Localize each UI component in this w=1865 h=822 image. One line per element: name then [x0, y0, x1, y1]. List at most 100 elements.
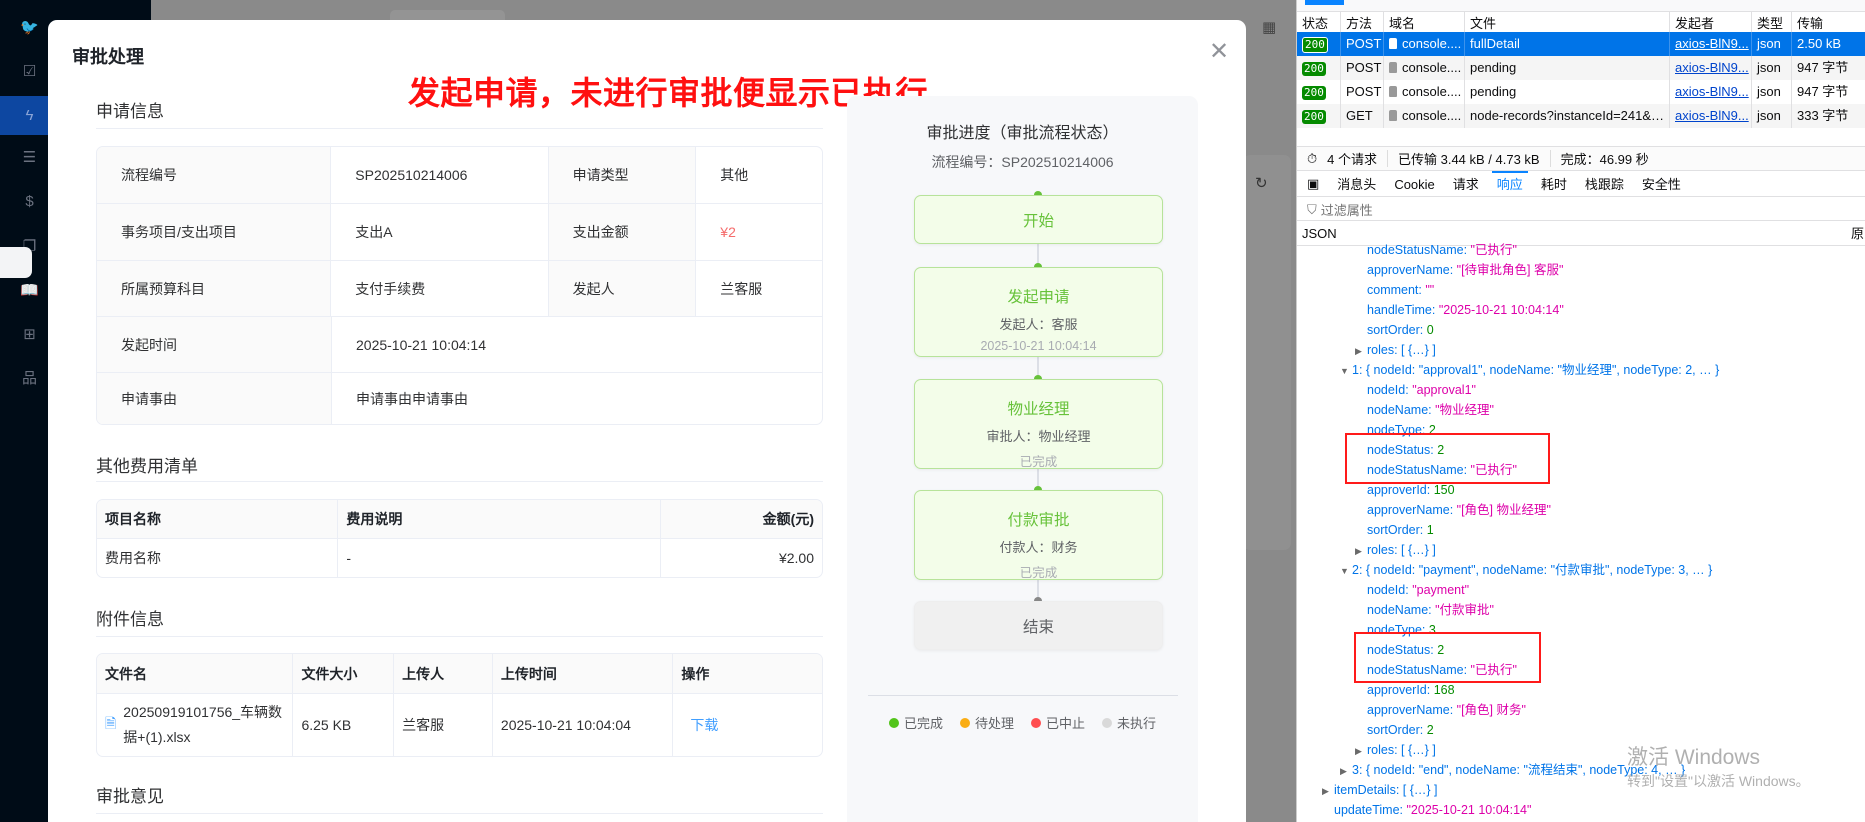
tab-1[interactable]: Cookie [1394, 172, 1434, 197]
json-value: "2025-10-21 10:04:14" [1438, 303, 1564, 317]
column-header: 项目名称 [97, 500, 338, 538]
expand-triangle-icon[interactable]: ▶ [1355, 742, 1367, 761]
descriptions-label: 发起时间 [97, 317, 331, 372]
json-line[interactable]: sortOrder: 1 [1367, 521, 1434, 540]
json-line[interactable]: ▶ roles: [ {…} ] [1355, 741, 1436, 761]
json-line[interactable]: ▶ roles: [ {…} ] [1355, 541, 1436, 561]
windows-watermark-title: 激活 Windows [1627, 746, 1761, 769]
json-line[interactable]: approverId: 168 [1367, 681, 1455, 700]
expand-triangle-icon[interactable]: ▶ [1355, 342, 1367, 361]
filter-properties-input[interactable]: ⛉ 过滤属性 [1297, 199, 1865, 221]
dollar-icon[interactable]: $ [19, 191, 40, 212]
network-request-row[interactable]: 200 GET console.... node-records?instanceId… [1297, 104, 1865, 128]
close-icon[interactable]: ✕ [1209, 37, 1229, 66]
expand-triangle-icon[interactable]: ▶ [1355, 542, 1367, 561]
json-line[interactable]: nodeId: "payment" [1367, 581, 1469, 600]
node-status-text: 已完成 [1019, 566, 1058, 580]
json-line[interactable]: sortOrder: 2 [1367, 721, 1434, 740]
network-request-row[interactable]: 200 POST console.... fullDetail axios-BlN9..… [1297, 32, 1865, 56]
json-line[interactable]: comment: "" [1367, 281, 1434, 300]
column-header: 金额(元) [660, 500, 822, 538]
calendar-check-icon[interactable]: ☑ [19, 61, 40, 82]
initiator-link[interactable]: axios-BlN9... [1675, 108, 1749, 123]
json-key: nodeName [1367, 403, 1429, 417]
json-label: JSON [1302, 226, 1337, 241]
json-value: { nodeId: "approval1", nodeName: "物业经理",… [1365, 363, 1720, 377]
book-icon[interactable]: 📖 [19, 280, 40, 301]
json-line[interactable]: sortOrder: 0 [1367, 321, 1434, 340]
file-name[interactable]: 20250919101756_车辆数据+(1).xlsx [123, 700, 284, 750]
json-line[interactable]: nodeName: "物业经理" [1367, 401, 1494, 420]
collapse-triangle-icon[interactable]: ▼ [1340, 362, 1352, 381]
expand-triangle-icon[interactable]: ▶ [1322, 782, 1334, 801]
json-line[interactable]: ▼ 1: { nodeId: "approval1", nodeName: "物业… [1340, 361, 1719, 381]
uploader: 兰客服 [393, 694, 492, 756]
json-colon: : [1419, 323, 1427, 337]
lock-icon [1389, 86, 1397, 97]
divider [96, 481, 823, 482]
request-initiator: axios-BlN9... [1669, 80, 1751, 104]
initiator-link[interactable]: axios-BlN9... [1675, 84, 1749, 99]
tab-6[interactable]: 安全性 [1642, 172, 1681, 197]
json-line[interactable]: ▶ roles: [ {…} ] [1355, 341, 1436, 361]
list-icon[interactable]: ☰ [19, 147, 40, 168]
json-line[interactable]: updateTime: "2025-10-21 10:04:14" [1334, 801, 1531, 820]
node-name: 付款审批 [1007, 512, 1070, 529]
json-key: nodeId [1367, 383, 1406, 397]
descriptions-value: 支付手续费 [330, 261, 547, 316]
expand-triangle-icon[interactable]: ▶ [1340, 762, 1352, 781]
node-name: 结束 [1022, 619, 1054, 636]
lightning-icon[interactable]: ϟ [19, 105, 40, 126]
json-key: nodeName [1367, 603, 1429, 617]
tab-5[interactable]: 栈跟踪 [1585, 172, 1624, 197]
json-line[interactable]: nodeId: "approval1" [1367, 381, 1476, 400]
raw-toggle[interactable]: 原 [1851, 222, 1864, 246]
json-line[interactable]: handleTime: "2025-10-21 10:04:14" [1367, 301, 1564, 320]
tab-0[interactable]: 消息头 [1337, 172, 1376, 197]
section-title-attachments: 附件信息 [96, 610, 164, 629]
json-line[interactable]: approverName: "[角色] 物业经理" [1367, 501, 1551, 520]
tab-2[interactable]: 请求 [1453, 172, 1479, 197]
json-line[interactable]: nodeStatusName: "已执行" [1367, 241, 1517, 260]
flow-node: 开始 [914, 195, 1163, 244]
flow-node: 发起申请 发起人：客服 2025-10-21 10:04:14 [914, 267, 1163, 357]
json-line[interactable]: nodeName: "付款审批" [1367, 601, 1494, 620]
panel-toggle-icon[interactable]: ▣ [1307, 176, 1319, 192]
json-line[interactable]: approverName: "[角色] 财务" [1367, 701, 1526, 720]
sitemap-icon[interactable]: 品 [19, 368, 40, 389]
json-value: "付款审批" [1435, 603, 1494, 617]
json-line[interactable]: ▼ 2: { nodeId: "payment", nodeName: "付款审批… [1340, 561, 1712, 581]
separator [1549, 150, 1551, 167]
descriptions-row: 发起时间 2025-10-21 10:04:14 [97, 316, 822, 372]
twitter-icon[interactable]: 🐦 [19, 17, 40, 38]
node-name: 物业经理 [1007, 401, 1070, 418]
domain-text: console.... [1402, 36, 1462, 51]
collapse-triangle-icon[interactable]: ▼ [1340, 562, 1352, 581]
stopwatch-icon: ⏱ [1307, 150, 1318, 166]
json-line[interactable]: ▶ itemDetails: [ {…} ] [1322, 781, 1438, 801]
apps-add-icon[interactable]: ⊞ [19, 324, 40, 345]
network-request-row[interactable]: 200 POST console.... pending axios-BlN9... js… [1297, 80, 1865, 104]
initiator-link[interactable]: axios-BlN9... [1675, 36, 1749, 51]
request-detail-tabs: ▣ 消息头 Cookie 请求 响应 耗时 栈跟踪 安全性 [1297, 170, 1865, 197]
separator [1386, 150, 1388, 167]
highlight-box [1354, 632, 1541, 683]
attachment-table: 文件名 文件大小 上传人 上传时间 操作 🗎 20250919101756_车辆数据+(1)… [96, 653, 823, 757]
json-colon: : [1399, 803, 1407, 817]
download-link[interactable]: 下载 [690, 715, 718, 735]
json-value: "[角色] 财务" [1456, 703, 1526, 717]
request-status: 200 [1297, 32, 1340, 56]
request-file: node-records?instanceId=241&nodeId [1464, 104, 1669, 128]
divider [96, 813, 823, 814]
network-request-row[interactable]: 200 POST console.... pending axios-BlN9... js… [1297, 56, 1865, 80]
node-assignee: 付款人：财务 [999, 540, 1078, 555]
request-initiator: axios-BlN9... [1669, 104, 1751, 128]
tab-3[interactable]: 响应 [1491, 170, 1528, 197]
approval-progress-panel: 审批进度（审批流程状态） 流程编号：SP202510214006 开始 发起申请发… [847, 96, 1198, 822]
tab-4[interactable]: 耗时 [1541, 172, 1567, 197]
json-colon: : [1394, 743, 1402, 757]
initiator-link[interactable]: axios-BlN9... [1675, 60, 1749, 75]
json-line[interactable]: approverName: "[待审批角色] 客服" [1367, 261, 1563, 280]
descriptions-row: 事务项目/支出项目 支出A 支出金额 ¥2 [97, 203, 822, 260]
network-summary-bar: ⏱ 4 个请求 已传输 3.44 kB / 4.73 kB 完成：46.99 秒 [1297, 146, 1865, 171]
